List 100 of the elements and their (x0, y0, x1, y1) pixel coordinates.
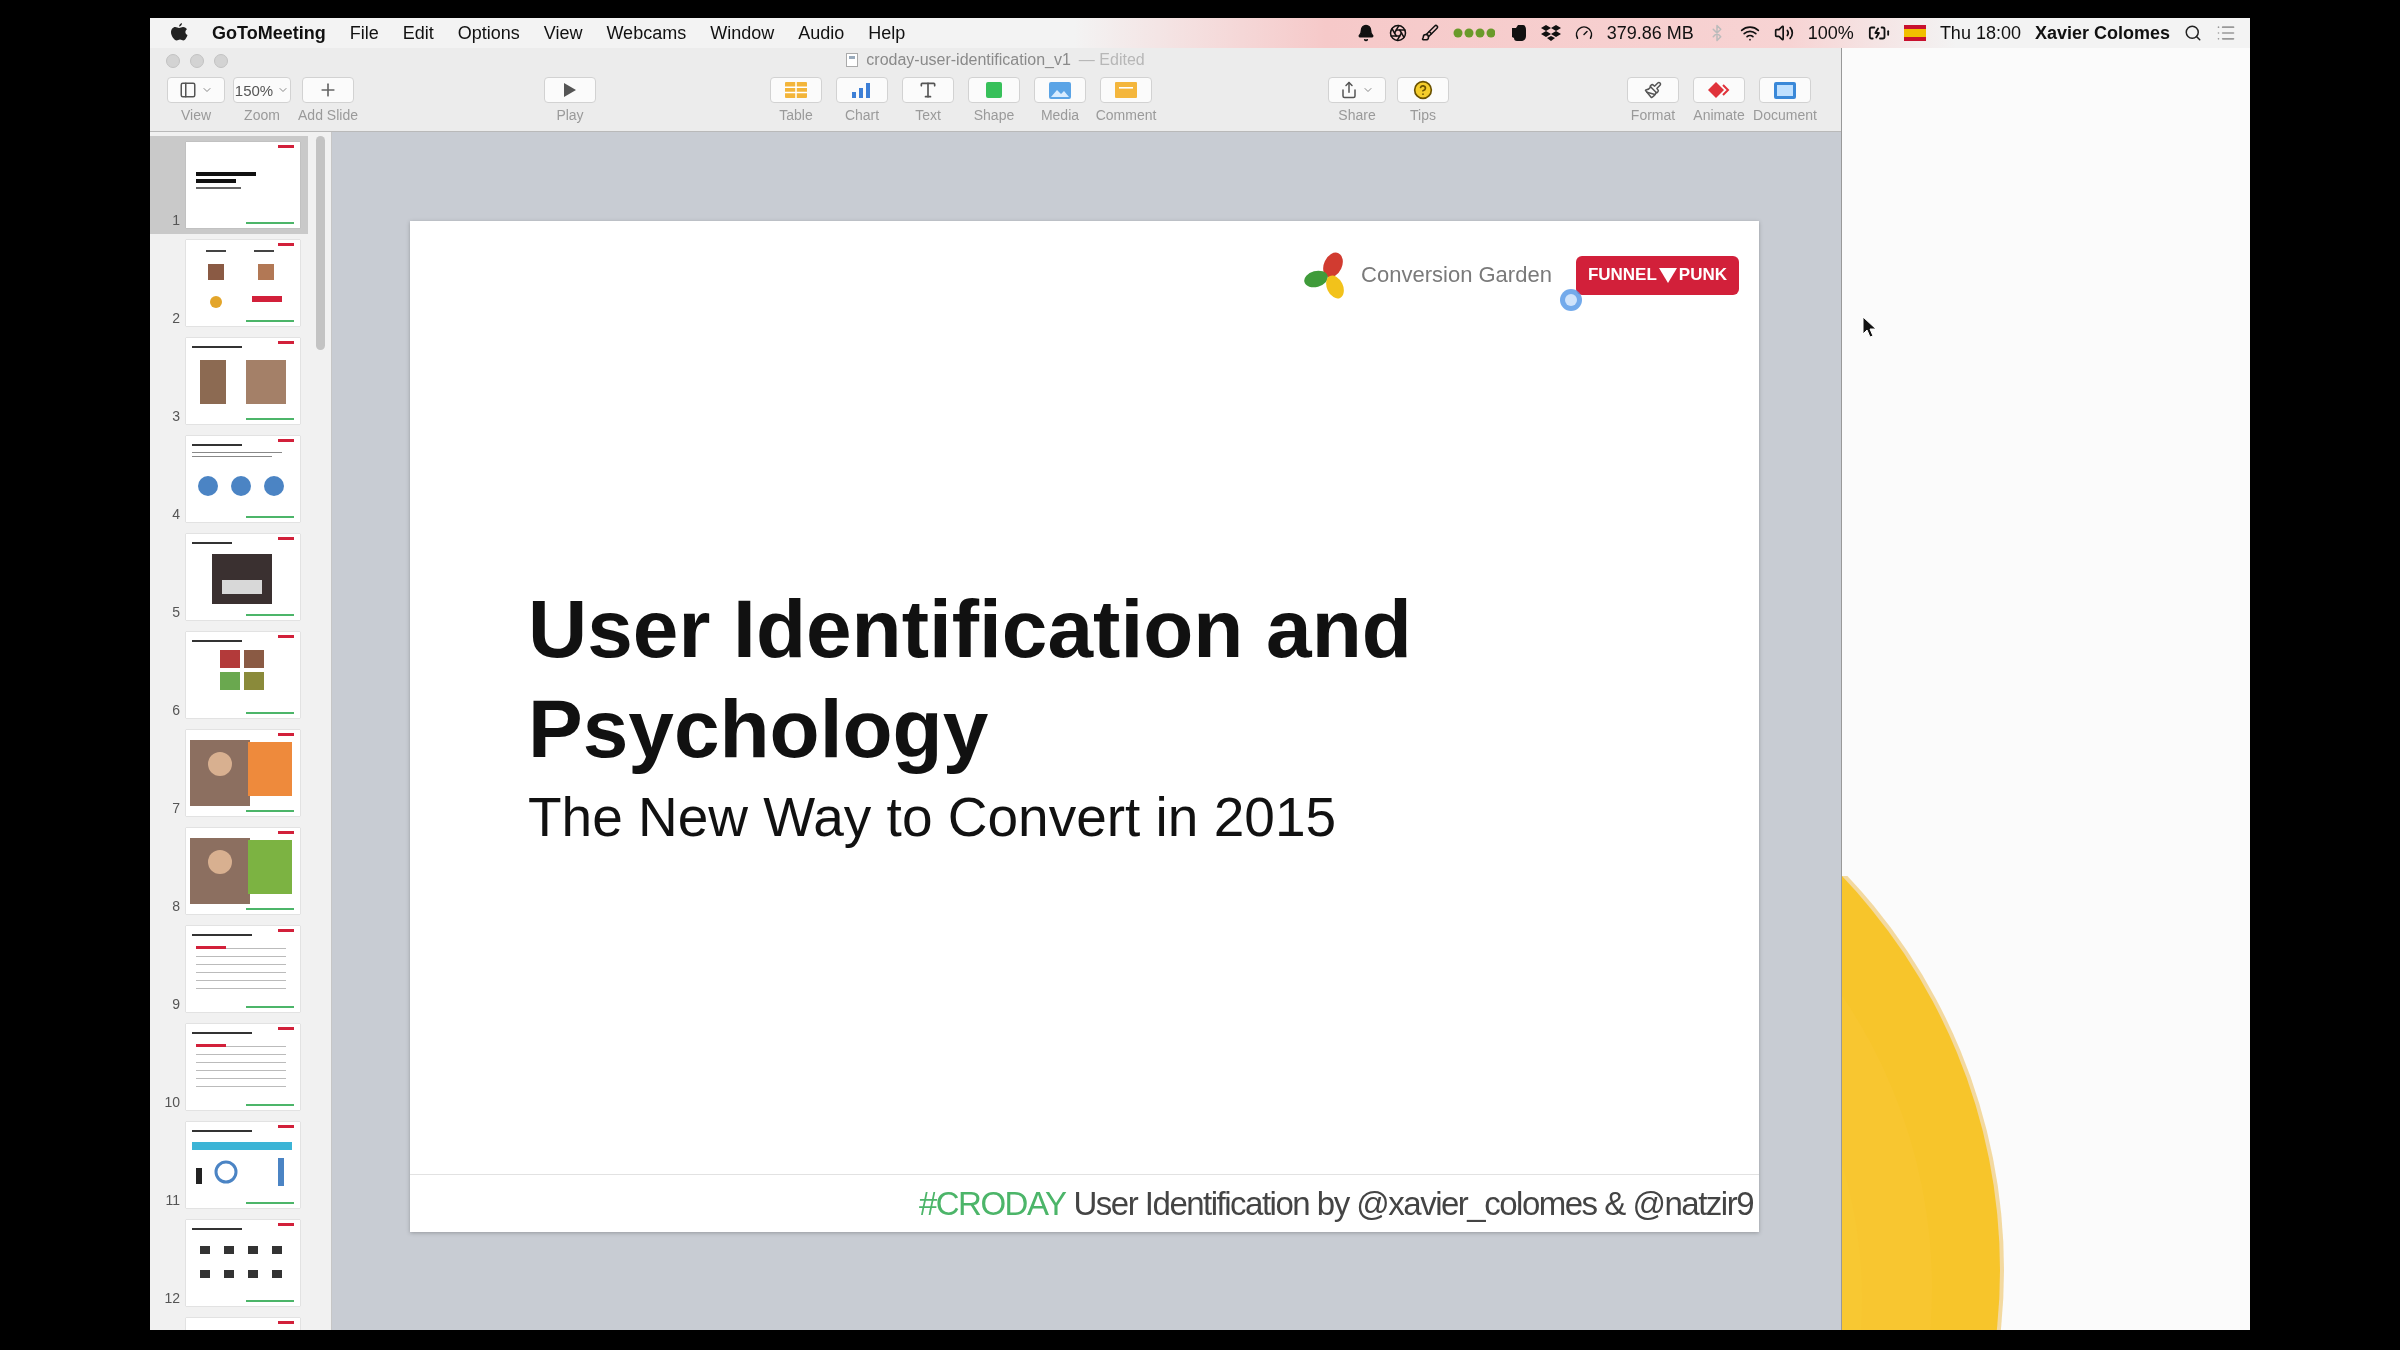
slide-number: 7 (171, 800, 180, 816)
animate-button[interactable] (1693, 77, 1745, 103)
brush-icon (1420, 24, 1439, 42)
footer-hashtag: #CRODAY (918, 1184, 1066, 1223)
slide-thumbnail[interactable] (186, 926, 300, 1012)
boxes-icon (1540, 24, 1561, 42)
bell-icon (1356, 24, 1375, 42)
toolbar-label: Media (1040, 107, 1080, 123)
document-icon (1774, 81, 1796, 99)
square-icon (986, 82, 1002, 98)
window-title: croday-user-identification_v1 (866, 51, 1071, 69)
brand-name: Conversion Garden (1361, 262, 1552, 288)
flag-icon[interactable] (1903, 25, 1926, 41)
menu-item[interactable]: Edit (402, 22, 434, 44)
diamond-icon (1708, 82, 1730, 98)
toolbar-label: Document (1753, 107, 1817, 123)
note-icon (1115, 82, 1137, 98)
volume-icon (1773, 23, 1794, 43)
menu-item[interactable]: View (543, 22, 583, 44)
clock[interactable]: Thu 18:00 (1939, 22, 2021, 44)
search-icon (2184, 24, 2202, 42)
cursor-icon (1862, 316, 1878, 338)
toolbar-label: Shape (973, 107, 1015, 123)
toolbar-label: Format (1630, 107, 1676, 123)
slide-number: 6 (171, 702, 180, 718)
toolbar-label: Animate (1693, 107, 1745, 123)
add-button[interactable] (302, 77, 354, 103)
share-button[interactable] (1328, 77, 1386, 103)
slide-thumbnail[interactable] (186, 730, 300, 816)
menu-item[interactable]: Window (710, 22, 775, 44)
slide-thumbnail[interactable] (186, 1024, 300, 1110)
logo-word: FUNNEL (1587, 265, 1657, 285)
toolbar-label: Chart (844, 107, 880, 123)
list-icon (2216, 23, 2236, 43)
slide-title: User Identification and Psychology (528, 582, 1413, 776)
slide-number: 5 (171, 604, 180, 620)
menu-item[interactable]: Webcams (606, 22, 687, 44)
toolbar-label: Add Slide (298, 107, 358, 123)
slide-number: 4 (171, 506, 180, 522)
slide-number: 9 (171, 996, 180, 1012)
slide-number: 1 (171, 212, 180, 228)
menu-item[interactable]: Audio (798, 22, 845, 44)
dots-icon (1452, 28, 1495, 38)
gauge-icon (1574, 24, 1593, 42)
user-name[interactable]: Xavier Colomes (2034, 22, 2170, 44)
toolbar-label: Play (556, 107, 584, 123)
app-menu[interactable]: GoToMeeting (212, 22, 326, 44)
logo-word: PUNK (1678, 265, 1727, 285)
slide-thumbnail[interactable] (186, 240, 300, 326)
slide-thumbnail[interactable] (186, 338, 300, 424)
slide-thumbnail[interactable] (186, 1122, 300, 1208)
bar-chart-icon (852, 82, 872, 98)
slide-number: 12 (164, 1290, 180, 1306)
toolbar-label: Share (1338, 107, 1376, 123)
tips-button[interactable] (1397, 77, 1449, 103)
slide-number: 3 (171, 408, 180, 424)
selected-slide-row[interactable]: 1 (150, 136, 308, 234)
share-icon (1340, 81, 1358, 99)
document-button[interactable] (1759, 77, 1811, 103)
zoom-button[interactable]: 150% (233, 77, 291, 103)
slide-thumbnail[interactable] (186, 828, 300, 914)
toolbar-label: Text (915, 107, 941, 123)
memory-reading: 379.86 MB (1606, 22, 1694, 44)
slide-thumbnail[interactable] (186, 534, 300, 620)
toolbar-label: Comment (1095, 107, 1157, 123)
slide-number: 8 (171, 898, 180, 914)
text-icon (918, 80, 938, 100)
toolbar-label: Zoom (244, 107, 280, 123)
slide-thumbnail[interactable] (186, 142, 300, 228)
toolbar-label: View (180, 107, 212, 123)
wifi-icon (1739, 23, 1760, 43)
footer-text: User Identification by @xavier_colomes & @natzir9 (1073, 1184, 1753, 1223)
pointer-ring-icon (1558, 287, 1584, 313)
format-button[interactable] (1627, 77, 1679, 103)
triangle-icon (1658, 267, 1677, 283)
table-icon (785, 82, 807, 98)
toolbar-label: Table (779, 107, 813, 123)
battery-reading: 100% (1807, 22, 1854, 44)
help-icon (1413, 80, 1433, 100)
text-button[interactable] (902, 77, 954, 103)
image-icon (1049, 81, 1071, 99)
aperture-icon (1388, 24, 1407, 42)
scrollbar[interactable] (316, 136, 325, 350)
slide-thumbnail[interactable] (186, 632, 300, 718)
menu-item[interactable]: Options (457, 22, 520, 44)
menu-item[interactable]: File (349, 22, 379, 44)
slide-thumbnail[interactable] (186, 436, 300, 522)
slide-subtitle: The New Way to Convert in 2015 (528, 785, 1338, 849)
slide-thumbnail[interactable] (186, 1220, 300, 1306)
slide-number: 11 (164, 1192, 180, 1208)
view-button[interactable] (167, 77, 225, 103)
chart-button[interactable] (836, 77, 888, 103)
paintbrush-icon (1644, 81, 1662, 99)
menu-item[interactable]: Help (868, 22, 906, 44)
media-button[interactable] (1034, 77, 1086, 103)
slide-number: 2 (171, 310, 180, 326)
slide-number: 10 (164, 1094, 180, 1110)
play-button[interactable] (544, 77, 596, 103)
apple-icon[interactable] (170, 23, 188, 43)
play-icon (563, 82, 577, 98)
